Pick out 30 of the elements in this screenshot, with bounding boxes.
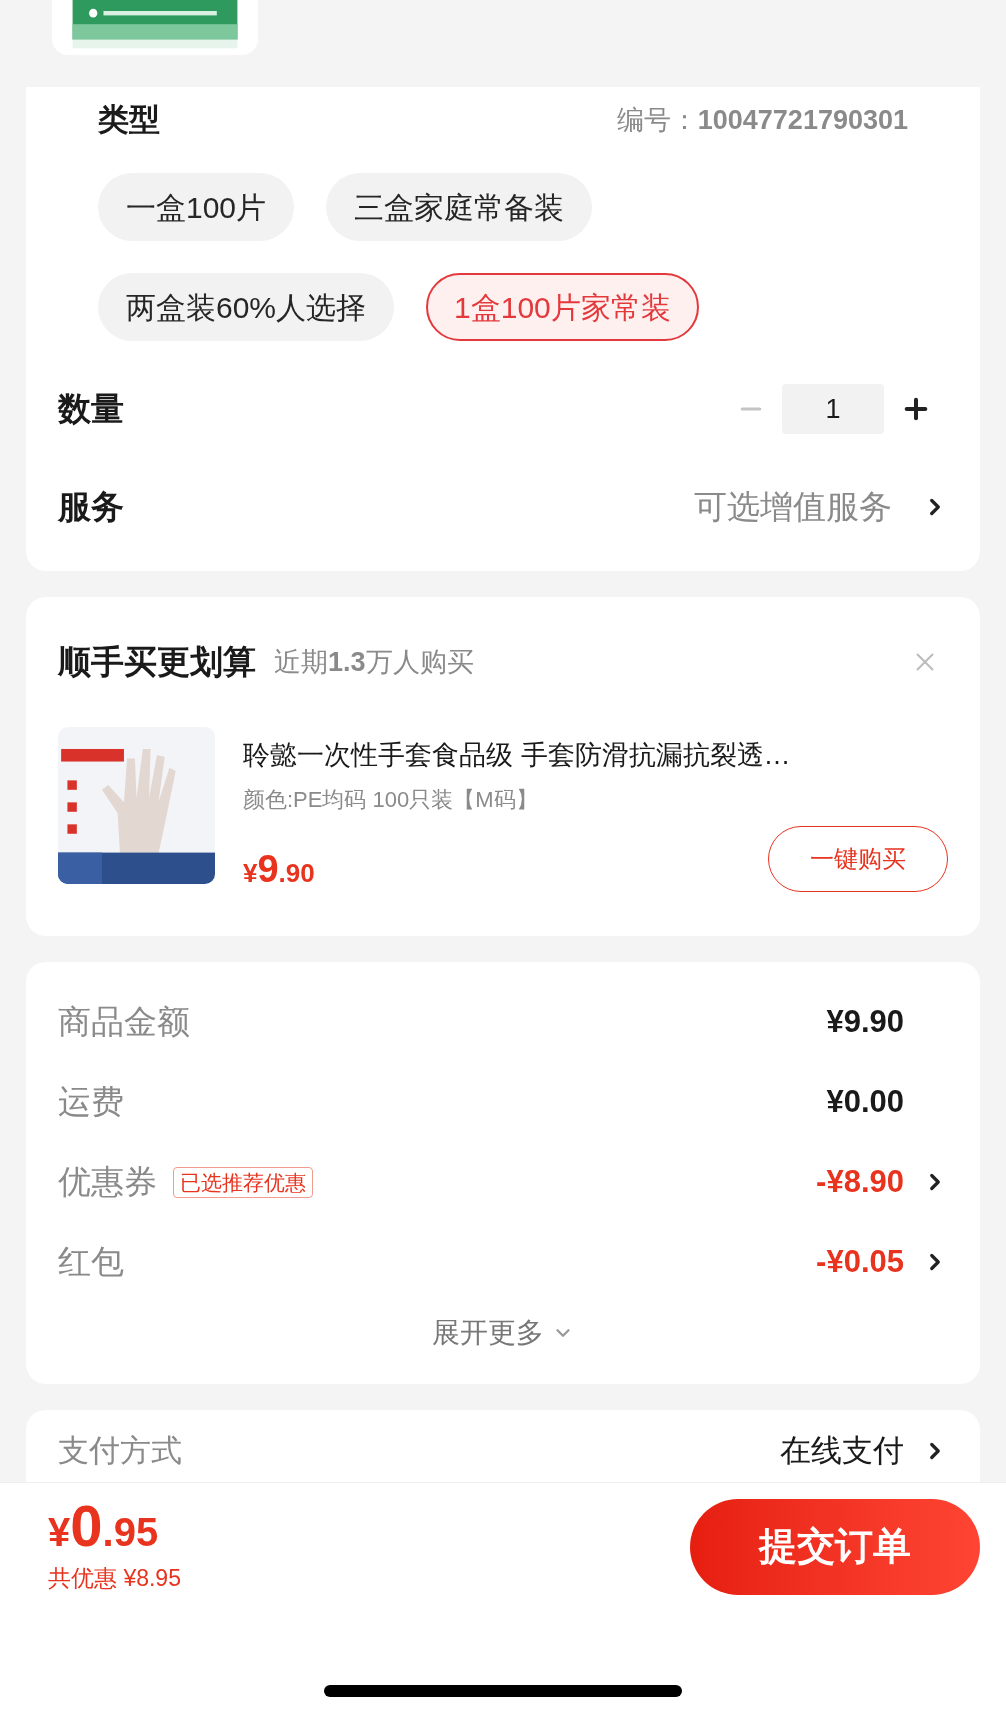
- payment-method[interactable]: 在线支付: [780, 1427, 904, 1475]
- product-variant: 颜色:PE均码 100只装【M码】: [243, 786, 539, 814]
- product-price: ¥9.90: [243, 850, 315, 892]
- promo-tag: 已选推荐优惠: [173, 1166, 313, 1198]
- option-chip[interactable]: 三盒家庭常备装: [326, 173, 593, 241]
- quantity-field[interactable]: 1: [782, 384, 884, 434]
- payment-label: 支付方式: [58, 1431, 182, 1470]
- section-title: 类型: [98, 100, 160, 139]
- option-chip[interactable]: 1盒100片家常装: [426, 273, 699, 341]
- total-price: ¥0.95: [48, 1497, 160, 1556]
- row-label: 运费: [58, 1082, 124, 1123]
- row-label: 红包: [58, 1242, 124, 1283]
- option-chip[interactable]: 一盒100片: [98, 173, 295, 241]
- submit-order-button[interactable]: 提交订单: [690, 1498, 980, 1595]
- service-label: 服务: [58, 487, 124, 528]
- row-amount: ¥9.90: [826, 1002, 904, 1041]
- code-label: 编号：: [616, 103, 698, 137]
- quantity-label: 数量: [58, 389, 124, 430]
- section-title: 顺手买更划算: [58, 642, 256, 682]
- buyer-count: 近期1.3万人购买: [274, 645, 474, 679]
- total-saving: 共优惠 ¥8.95: [48, 1564, 181, 1594]
- row-label: 优惠券: [58, 1162, 157, 1203]
- row-amount: ¥0.00: [826, 1082, 904, 1121]
- product-name[interactable]: 聆懿一次性手套食品级 手套防滑抗漏抗裂透…: [243, 734, 948, 775]
- option-chip[interactable]: 两盒装60%人选择: [98, 273, 395, 341]
- code-number: 10047721790301: [697, 103, 908, 137]
- row-amount: -¥8.90: [816, 1162, 904, 1201]
- expand-more-button[interactable]: 展开更多: [432, 1312, 574, 1354]
- row-label: 商品金额: [58, 1002, 190, 1043]
- row-amount: -¥0.05: [816, 1242, 904, 1281]
